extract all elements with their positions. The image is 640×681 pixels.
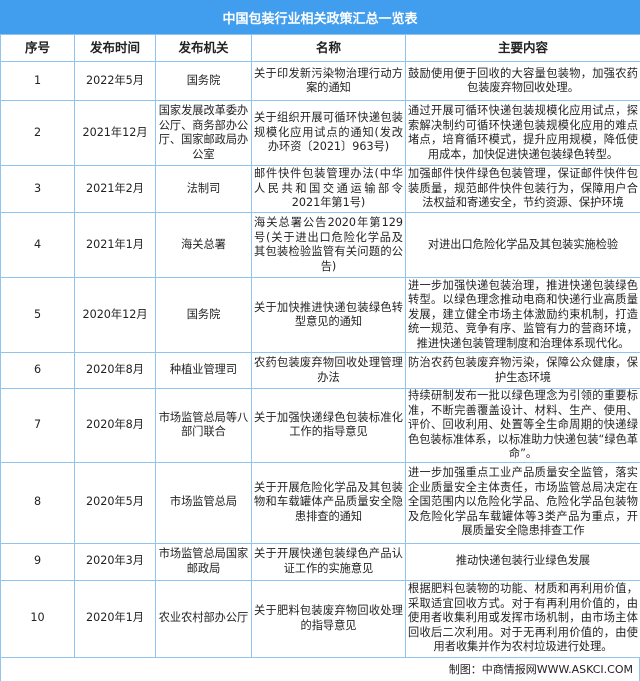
cell-no: 2	[0, 100, 75, 166]
table-row: 5 2020年12月 国务院 关于加快推进快递包装绿色转型意见的通知 进一步加强快递包装…	[0, 277, 640, 353]
table-title: 中国包装行业相关政策汇总一览表	[0, 0, 640, 34]
cell-no: 4	[0, 212, 75, 278]
table-row: 2 2021年12月 国家发展改革委办公厅、商务部办公厅、国家邮政局办公室 关于组织开…	[0, 100, 640, 166]
header-row: 序号 发布时间 发布机关 名称 主要内容	[0, 34, 640, 62]
cell-org: 法制司	[155, 165, 252, 213]
cell-org: 海关总署	[155, 212, 252, 278]
cell-org: 市场监管总局	[155, 461, 252, 544]
cell-date: 2020年1月	[74, 579, 156, 658]
table-row: 8 2020年5月 市场监管总局 关于开展危险化学品及其包装物和车载罐体产品质量安全隐…	[0, 461, 640, 544]
cell-no: 3	[0, 165, 75, 213]
cell-name: 海关总署公告2020年第129号(关于进出口危险化学品及其包装检验监管有关问题的…	[251, 212, 406, 278]
cell-no: 9	[0, 542, 75, 581]
policy-table-page: 中国包装行业相关政策汇总一览表 序号 发布时间 发布机关 名称 主要内容 1 20…	[0, 0, 640, 681]
cell-date: 2020年12月	[74, 277, 156, 353]
source-footer: 制图：中商情报网WWW.ASKCI.COM	[0, 657, 640, 681]
cell-content: 进一步加强快递包装治理，推进快递包装绿色转型。以绿色理念推动电商和快递行业高质量…	[405, 277, 640, 353]
cell-content: 鼓励使用便于回收的大容量包装物，加强农药包装废弃物回收处理。	[405, 61, 640, 101]
cell-content: 进一步加强重点工业产品质量安全监管，落实企业质量安全主体责任，市场监管总局决定在…	[405, 461, 640, 544]
table-row: 9 2020年3月 市场监管总局国家邮政局 关于开展快递包装绿色产品认证工作的实施意见…	[0, 542, 640, 581]
cell-date: 2020年5月	[74, 461, 156, 544]
cell-no: 6	[0, 352, 75, 389]
cell-no: 5	[0, 277, 75, 353]
cell-date: 2022年5月	[74, 61, 156, 101]
cell-content: 对进出口危险化学品及其包装实施检验	[405, 212, 640, 278]
cell-org: 国务院	[155, 61, 252, 101]
table-row: 3 2021年2月 法制司 邮件快件包装管理办法(中华人民共和国交通运输部令2021年…	[0, 165, 640, 213]
cell-content: 加强邮件快件绿色包装管理，保证邮件快件包装质量，规范邮件快件包装行为，保障用户合…	[405, 165, 640, 213]
cell-content: 根据肥料包装物的功能、材质和再利用价值，采取适宜回收方式。对于有再利用价值的，由…	[405, 579, 640, 658]
cell-org: 种植业管理司	[155, 352, 252, 389]
header-date: 发布时间	[74, 34, 156, 62]
cell-name: 关于开展危险化学品及其包装物和车载罐体产品质量安全隐患排查的通知	[251, 461, 406, 544]
cell-name: 关于组织开展可循环快递包装规模化应用试点的通知(发改办环资〔2021〕963号)	[251, 100, 406, 166]
cell-name: 邮件快件包装管理办法(中华人民共和国交通运输部令2021年第1号)	[251, 165, 406, 213]
cell-org: 市场监管总局国家邮政局	[155, 542, 252, 581]
header-org: 发布机关	[155, 34, 252, 62]
cell-date: 2020年8月	[74, 352, 156, 389]
header-content: 主要内容	[405, 34, 640, 62]
cell-name: 关于加强快递绿色包装标准化工作的指导意见	[251, 388, 406, 463]
table-row: 7 2020年8月 市场监管总局等八部门联合 关于加强快递绿色包装标准化工作的指导意见…	[0, 388, 640, 463]
table-row: 6 2020年8月 种植业管理司 农药包装废弃物回收处理管理办法 防治农药包装废弃物污染…	[0, 352, 640, 389]
cell-org: 国家发展改革委办公厅、商务部办公厅、国家邮政局办公室	[155, 100, 252, 166]
table-row: 1 2022年5月 国务院 关于印发新污染物治理行动方案的通知 鼓励使用便于回收的大容量…	[0, 61, 640, 101]
cell-date: 2020年3月	[74, 542, 156, 581]
cell-name: 农药包装废弃物回收处理管理办法	[251, 352, 406, 389]
cell-org: 国务院	[155, 277, 252, 353]
cell-content: 推动快递包装行业绿色发展	[405, 542, 640, 581]
policy-table: 序号 发布时间 发布机关 名称 主要内容 1 2022年5月 国务院 关于印发新污染物…	[0, 34, 640, 658]
cell-date: 2021年12月	[74, 100, 156, 166]
cell-no: 7	[0, 388, 75, 463]
cell-name: 关于加快推进快递包装绿色转型意见的通知	[251, 277, 406, 353]
cell-name: 关于开展快递包装绿色产品认证工作的实施意见	[251, 542, 406, 581]
cell-org: 市场监管总局等八部门联合	[155, 388, 252, 463]
table-row: 10 2020年1月 农业农村部办公厅 关于肥料包装废弃物回收处理的指导意见 根据肥料包…	[0, 579, 640, 658]
header-no: 序号	[0, 34, 75, 62]
cell-name: 关于肥料包装废弃物回收处理的指导意见	[251, 579, 406, 658]
header-name: 名称	[251, 34, 406, 62]
cell-content: 防治农药包装废弃物污染，保障公众健康，保护生态环境	[405, 352, 640, 389]
cell-no: 10	[0, 579, 75, 658]
cell-date: 2020年8月	[74, 388, 156, 463]
table-row: 4 2021年1月 海关总署 海关总署公告2020年第129号(关于进出口危险化学品及…	[0, 212, 640, 278]
cell-org: 农业农村部办公厅	[155, 579, 252, 658]
cell-name: 关于印发新污染物治理行动方案的通知	[251, 61, 406, 101]
cell-content: 持续研制发布一批以绿色理念为引领的重要标准，不断完善覆盖设计、材料、生产、使用、…	[405, 388, 640, 463]
cell-no: 1	[0, 61, 75, 101]
cell-content: 通过开展可循环快递包装规模化应用试点，探索解决制约可循环快递包装规模化应用的难点…	[405, 100, 640, 166]
cell-date: 2021年2月	[74, 165, 156, 213]
cell-no: 8	[0, 461, 75, 544]
cell-date: 2021年1月	[74, 212, 156, 278]
